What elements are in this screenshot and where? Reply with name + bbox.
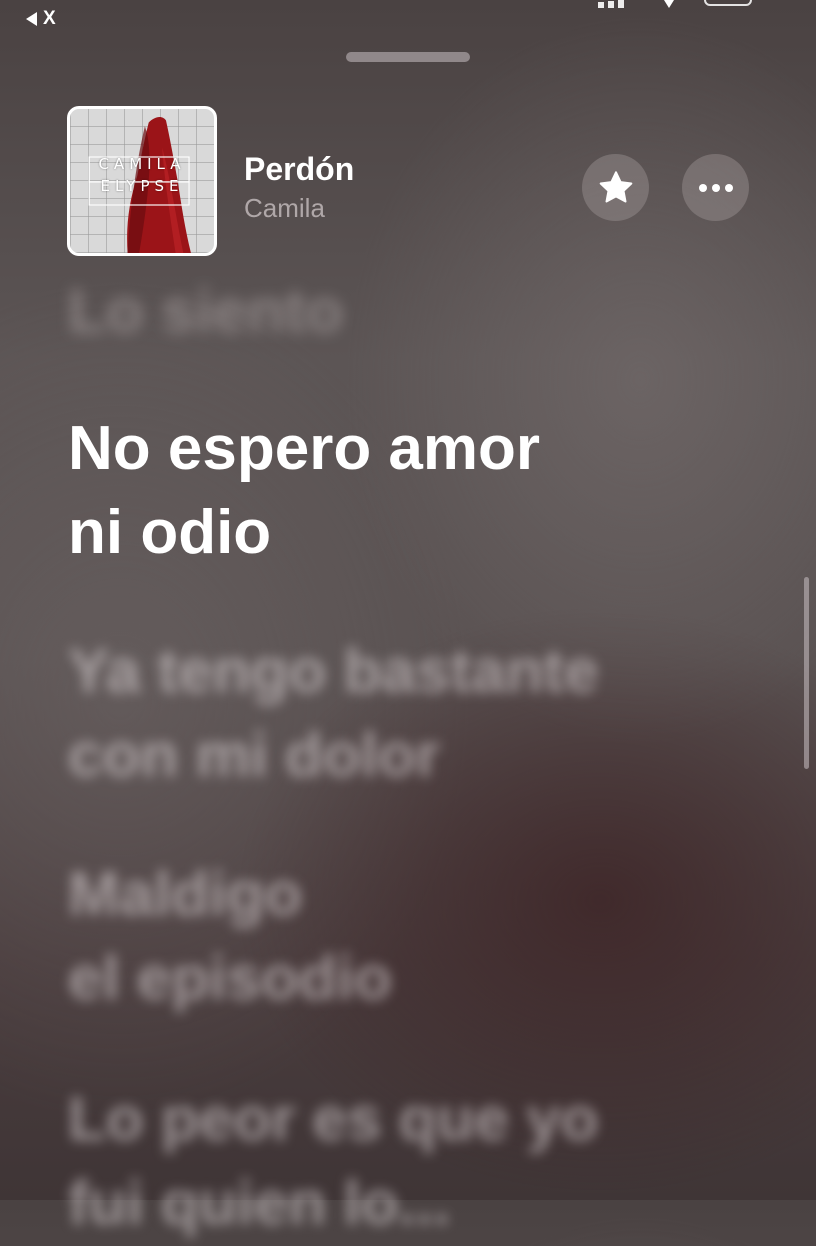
lyric-text: ni odio [68, 498, 272, 567]
lyric-line-upcoming[interactable]: Ya tengo bastante con mi dolor [68, 630, 768, 798]
lyric-text: el episodio [68, 944, 392, 1013]
ellipsis-icon [698, 183, 733, 192]
album-artwork[interactable]: CAMILA ELYPSE [67, 106, 217, 256]
back-triangle-icon [26, 12, 37, 26]
lyric-line-current[interactable]: No espero amor ni odio [68, 407, 768, 575]
more-options-button[interactable] [682, 154, 749, 221]
sheet-grabber-handle[interactable] [346, 52, 470, 62]
battery-icon [704, 0, 752, 6]
favorite-button[interactable] [582, 154, 649, 221]
wifi-icon [664, 0, 674, 8]
artwork-text-line1: CAMILA [98, 155, 186, 173]
artwork-text-line2: ELYPSE [100, 177, 184, 195]
lyric-text: Lo peor es que yo [68, 1085, 599, 1154]
cellular-signal-icon [598, 0, 624, 8]
lyric-line-previous[interactable]: Lo siento [68, 270, 768, 354]
lyric-text: Maldigo [68, 860, 303, 929]
artist-name[interactable]: Camila [244, 193, 325, 224]
lyric-text: Ya tengo bastante [68, 637, 599, 706]
scroll-indicator[interactable] [804, 577, 809, 769]
lyric-text: fui quien lo... [68, 1169, 451, 1238]
song-title[interactable]: Perdón [244, 151, 354, 188]
lyric-line-upcoming[interactable]: Lo peor es que yo fui quien lo... [68, 1078, 768, 1246]
back-app-label: X [43, 8, 56, 29]
artwork-text: CAMILA ELYPSE [84, 153, 200, 197]
lyric-text: con mi dolor [68, 721, 440, 790]
lyric-text: No espero amor [68, 414, 541, 483]
star-icon [599, 170, 632, 202]
back-to-app-button[interactable]: X [26, 6, 56, 32]
lyric-text: Lo siento [68, 277, 344, 346]
lyric-line-upcoming[interactable]: Maldigo el episodio [68, 853, 768, 1021]
